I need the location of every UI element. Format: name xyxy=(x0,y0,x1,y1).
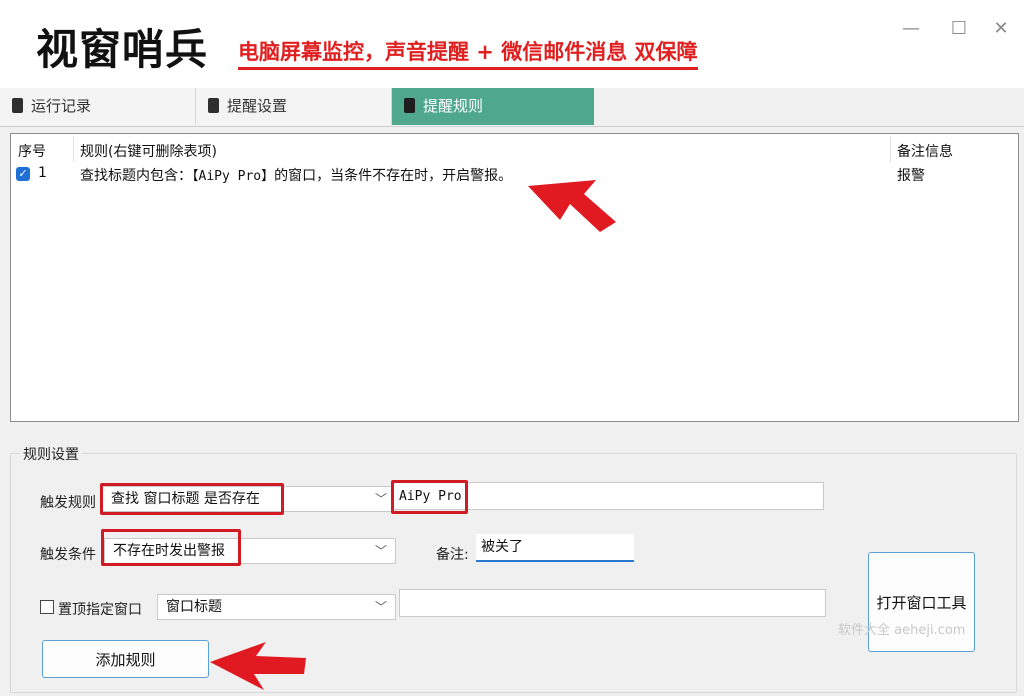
row-index: 1 xyxy=(38,165,47,181)
column-divider xyxy=(890,136,891,162)
watermark: 软件大全 aeheji.com xyxy=(838,623,966,638)
maximize-button[interactable]: ☐ xyxy=(946,16,972,42)
column-header-index[interactable]: 序号 xyxy=(18,141,46,161)
tab-label: 提醒规则 xyxy=(423,97,484,115)
red-arrow-annotation xyxy=(210,642,306,690)
red-arrow-annotation xyxy=(528,180,616,232)
tab-bar: 运行记录 提醒设置 提醒规则 xyxy=(0,88,1024,127)
trigger-rule-label: 触发规则 xyxy=(40,495,96,511)
note-input[interactable]: 被关了 xyxy=(476,534,634,562)
tab-label: 提醒设置 xyxy=(227,97,288,115)
tab-alert-settings[interactable]: 提醒设置 xyxy=(196,88,392,125)
highlight-box xyxy=(391,480,468,514)
pin-window-input[interactable] xyxy=(399,589,826,617)
row-checkbox[interactable]: ✓ xyxy=(16,167,30,181)
rule-prefix: 查找标题内包含： xyxy=(80,168,192,184)
column-header-note[interactable]: 备注信息 xyxy=(897,141,953,161)
tab-icon xyxy=(12,98,23,113)
pin-window-selected: 窗口标题 xyxy=(166,599,222,615)
tab-icon xyxy=(404,98,415,113)
rule-keyword: 【AiPy Pro】 xyxy=(192,169,275,184)
note-label: 备注: xyxy=(436,547,469,563)
trigger-condition-label: 触发条件 xyxy=(40,547,96,563)
column-divider xyxy=(73,136,74,162)
chevron-down-icon: ﹀ xyxy=(374,492,387,506)
minimize-button[interactable]: — xyxy=(898,16,924,42)
highlight-box xyxy=(100,483,284,515)
rule-suffix: 的窗口，当条件不存在时，开启警报。 xyxy=(274,168,513,184)
row-note: 报警 xyxy=(897,168,925,184)
pin-window-checkbox[interactable] xyxy=(40,600,54,614)
pin-window-label: 置顶指定窗口 xyxy=(58,602,142,618)
chevron-down-icon: ﹀ xyxy=(374,600,387,614)
note-value: 被关了 xyxy=(481,539,523,555)
chevron-down-icon: ﹀ xyxy=(374,544,387,558)
row-rule: 查找标题内包含：【AiPy Pro】的窗口，当条件不存在时，开启警报。 xyxy=(80,165,512,185)
pin-window-select[interactable]: 窗口标题 ﹀ xyxy=(157,594,396,620)
rule-list[interactable]: 序号 规则(右键可删除表项) 备注信息 ✓ 1 查找标题内包含：【AiPy Pr… xyxy=(10,133,1019,422)
highlight-box xyxy=(101,529,241,566)
tab-label: 运行记录 xyxy=(31,97,92,115)
app-title: 视窗哨兵 xyxy=(36,25,209,74)
tab-run-log[interactable]: 运行记录 xyxy=(0,88,196,125)
slogan: 电脑屏幕监控，声音提醒 + 微信邮件消息 双保障 xyxy=(238,36,698,70)
add-rule-button[interactable]: 添加规则 xyxy=(42,640,209,678)
tab-icon xyxy=(208,98,219,113)
column-header-rule[interactable]: 规则(右键可删除表项) xyxy=(80,141,217,161)
rule-settings-label: 规则设置 xyxy=(20,444,82,464)
tab-alert-rules[interactable]: 提醒规则 xyxy=(392,88,594,125)
close-button[interactable]: ✕ xyxy=(988,16,1014,42)
